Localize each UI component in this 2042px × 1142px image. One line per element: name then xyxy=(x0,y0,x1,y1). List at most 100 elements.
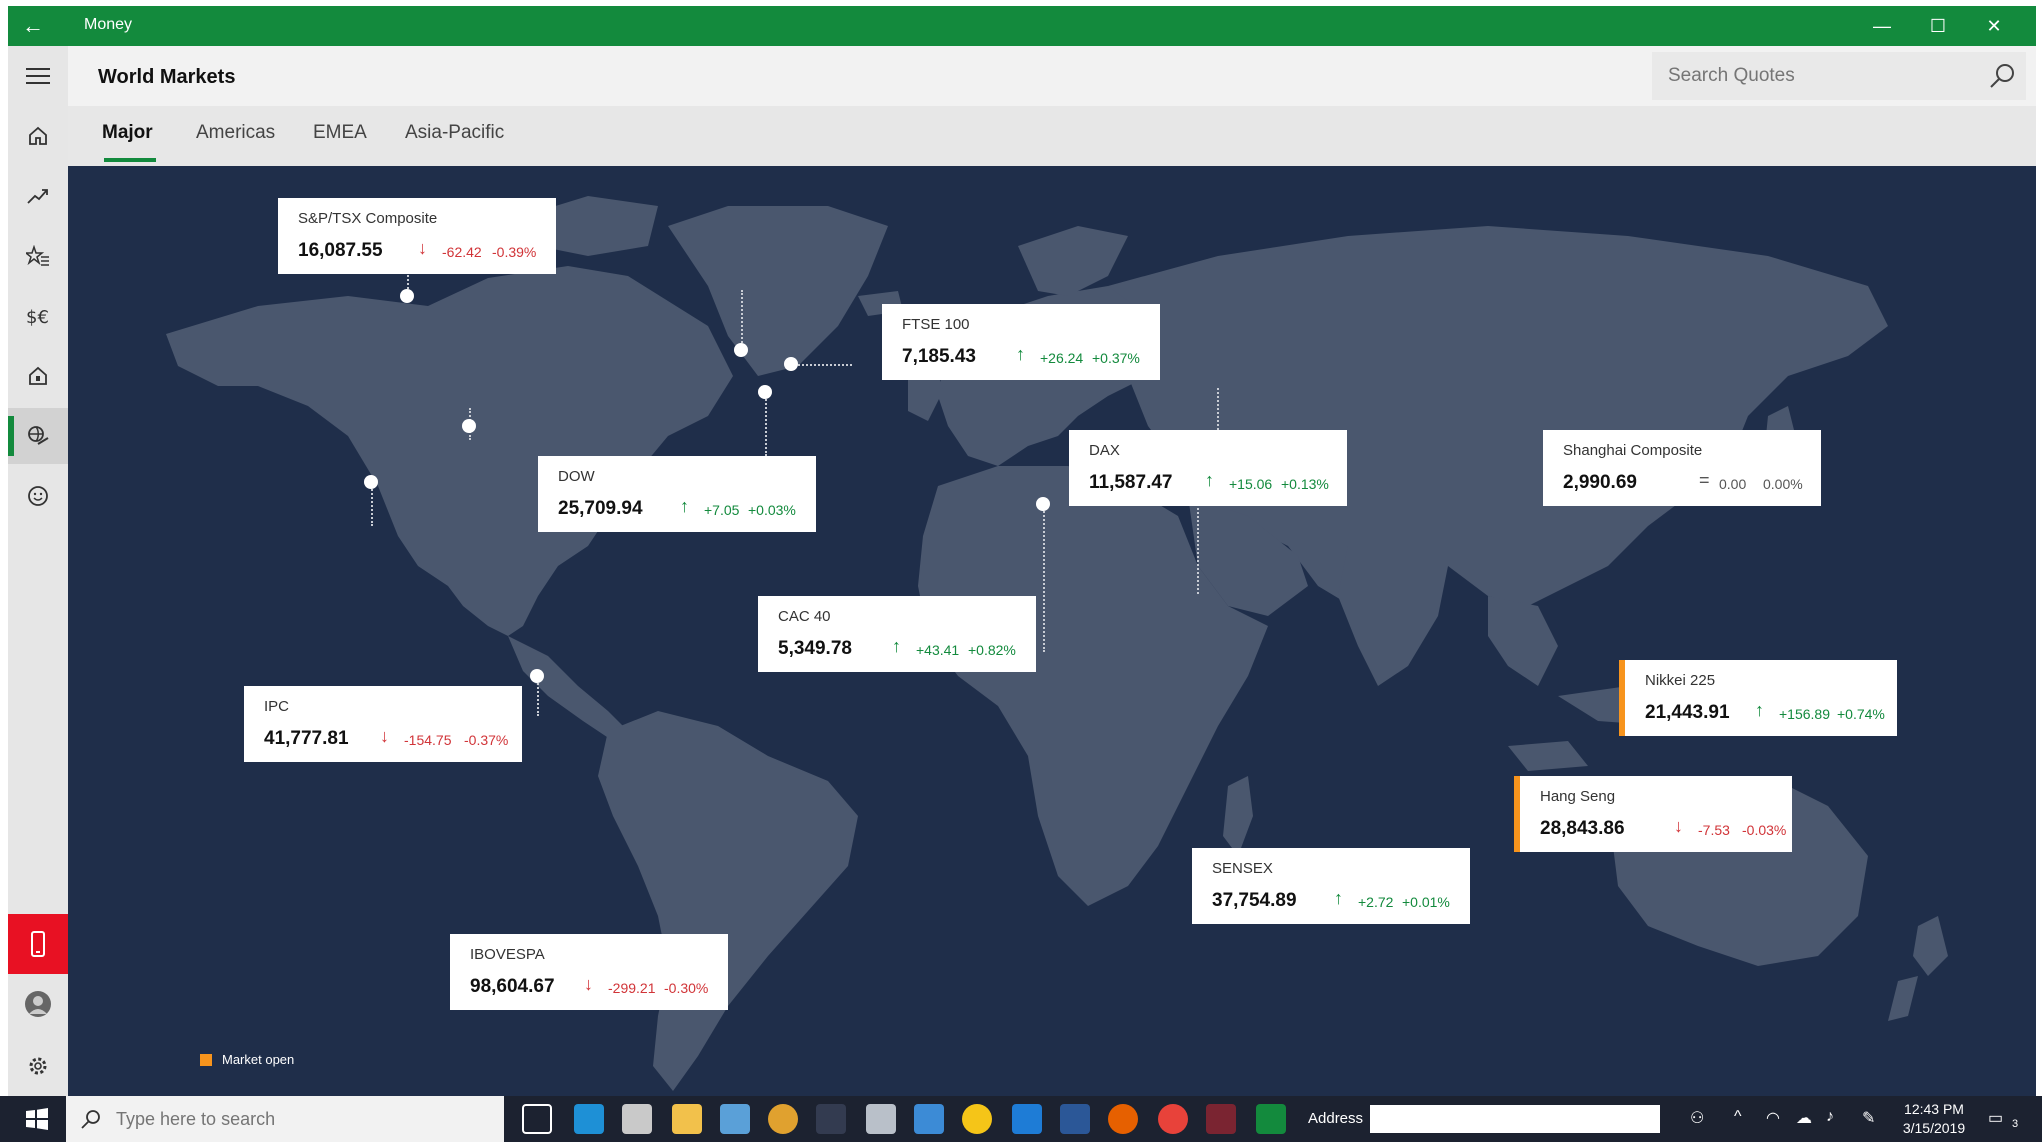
market-percent: +0.74% xyxy=(1837,706,1885,722)
paint-icon[interactable] xyxy=(622,1104,652,1134)
nav-markets[interactable] xyxy=(8,168,68,224)
nav-world-markets[interactable] xyxy=(8,408,68,464)
norton-icon[interactable] xyxy=(962,1104,992,1134)
task-view-icon[interactable] xyxy=(522,1104,552,1134)
taskbar-search-input[interactable] xyxy=(116,1096,496,1142)
people-icon[interactable]: ⚇ xyxy=(1690,1108,1704,1128)
market-location-sptsx[interactable] xyxy=(400,289,414,303)
search-icon xyxy=(81,1110,100,1129)
close-button[interactable]: ✕ xyxy=(1966,10,2022,42)
market-card-ftse[interactable]: FTSE 100 7,185.43 ↑ +26.24 +0.37% xyxy=(882,304,1160,380)
phone-icon xyxy=(31,931,45,957)
market-card-ipc[interactable]: IPC 41,777.81 ↓ -154.75 -0.37% xyxy=(244,686,522,762)
edge-icon[interactable] xyxy=(1012,1104,1042,1134)
arrow-down-icon: ↓ xyxy=(1674,816,1683,836)
system-clock[interactable]: 12:43 PM 3/15/2019 xyxy=(1894,1100,1974,1138)
taskbar-search[interactable] xyxy=(66,1096,504,1142)
clock-time: 12:43 PM xyxy=(1904,1101,1964,1117)
account-button[interactable] xyxy=(8,976,68,1032)
phone-button[interactable] xyxy=(8,914,68,974)
mortgage-icon xyxy=(29,366,47,385)
nav-feedback[interactable] xyxy=(8,468,68,524)
nav-mortgage[interactable] xyxy=(8,348,68,404)
account-icon xyxy=(25,991,51,1017)
app-icon-4[interactable] xyxy=(1206,1104,1236,1134)
market-name: DOW xyxy=(558,468,595,485)
market-change: -299.21 xyxy=(608,980,656,996)
world-markets-icon xyxy=(28,426,49,445)
arrow-down-icon: ↓ xyxy=(418,238,427,258)
market-card-cac[interactable]: CAC 40 5,349.78 ↑ +43.41 +0.82% xyxy=(758,596,1036,672)
market-location-dax[interactable] xyxy=(784,357,798,371)
market-location-ftse[interactable] xyxy=(734,343,748,357)
word-icon[interactable] xyxy=(1060,1104,1090,1134)
printer-icon[interactable] xyxy=(866,1104,896,1134)
app-icon-3[interactable] xyxy=(1158,1104,1188,1134)
pen-icon[interactable]: ✎ xyxy=(1862,1108,1875,1128)
market-location-ipc[interactable] xyxy=(364,475,378,489)
nav-home[interactable] xyxy=(8,108,68,164)
store-icon[interactable] xyxy=(816,1104,846,1134)
search-input[interactable] xyxy=(1652,52,1972,100)
market-card-dax[interactable]: DAX 11,587.47 ↑ +15.06 +0.13% xyxy=(1069,430,1347,506)
file-explorer-icon[interactable] xyxy=(672,1104,702,1134)
market-price: 21,443.91 xyxy=(1645,702,1730,723)
nav-watchlist[interactable] xyxy=(8,228,68,284)
arrow-down-icon: ↓ xyxy=(584,974,593,994)
tab-major[interactable]: Major xyxy=(102,122,153,144)
tab-americas[interactable]: Americas xyxy=(196,122,275,144)
address-input[interactable] xyxy=(1370,1105,1660,1133)
market-change: -154.75 xyxy=(404,732,452,748)
market-card-sensex[interactable]: SENSEX 37,754.89 ↑ +2.72 +0.01% xyxy=(1192,848,1470,924)
market-location-ibovespa[interactable] xyxy=(530,669,544,683)
notification-icon[interactable]: ▭ xyxy=(1988,1108,2003,1128)
internet-explorer-icon[interactable] xyxy=(574,1104,604,1134)
leader-line-ftse xyxy=(741,290,743,350)
maximize-button[interactable]: ☐ xyxy=(1910,10,1966,42)
nav-currencies[interactable]: $€ xyxy=(8,288,68,344)
market-change: +2.72 xyxy=(1358,894,1394,910)
tab-asia-pacific[interactable]: Asia-Pacific xyxy=(405,122,504,144)
market-name: SENSEX xyxy=(1212,860,1273,877)
tab-emea[interactable]: EMEA xyxy=(313,122,367,144)
market-location-dow[interactable] xyxy=(462,419,476,433)
market-card-ibovespa[interactable]: IBOVESPA 98,604.67 ↓ -299.21 -0.30% xyxy=(450,934,728,1010)
market-name: IPC xyxy=(264,698,290,715)
chrome-icon[interactable] xyxy=(768,1104,798,1134)
settings-button[interactable] xyxy=(8,1038,68,1094)
market-card-dow[interactable]: DOW 25,709.94 ↑ +7.05 +0.03% xyxy=(538,456,816,532)
market-card-shanghai[interactable]: Shanghai Composite 2,990.69 = 0.00 0.00% xyxy=(1543,430,1821,506)
market-location-sensex[interactable] xyxy=(1036,497,1050,511)
app-icon-2[interactable] xyxy=(914,1104,944,1134)
wifi-icon[interactable]: ◠ xyxy=(1766,1108,1780,1128)
market-card-sptsx[interactable]: S&P/TSX Composite 16,087.55 ↓ -62.42 -0.… xyxy=(278,198,556,274)
market-price: 7,185.43 xyxy=(902,346,976,367)
minimize-button[interactable]: — xyxy=(1854,10,1910,42)
menu-button[interactable] xyxy=(8,48,68,104)
market-location-cac[interactable] xyxy=(758,385,772,399)
back-arrow-icon[interactable]: ← xyxy=(22,12,44,40)
market-card-hangseng[interactable]: Hang Seng 28,843.86 ↓ -7.53 -0.03% xyxy=(1514,776,1792,852)
market-change: +15.06 xyxy=(1229,476,1273,492)
market-percent: +0.37% xyxy=(1092,350,1140,366)
market-percent: 0.00% xyxy=(1763,476,1803,492)
taskbar: Address ⚇ ^ ◠ ☁ ♪ ✎ 12:43 PM 3/15/2019 ▭… xyxy=(0,1096,2042,1142)
money-app-icon[interactable] xyxy=(1256,1104,1286,1134)
nav-rail: $€ xyxy=(8,46,68,1096)
trend-icon xyxy=(27,189,48,204)
start-button[interactable] xyxy=(8,1096,66,1142)
search-icon[interactable] xyxy=(1988,62,2016,90)
market-card-nikkei[interactable]: Nikkei 225 21,443.91 ↑ +156.89 +0.74% xyxy=(1619,660,1897,736)
market-price: 2,990.69 xyxy=(1563,472,1637,493)
chevron-up-icon[interactable]: ^ xyxy=(1734,1108,1742,1126)
arrow-up-icon: ↑ xyxy=(1755,700,1764,720)
market-name: IBOVESPA xyxy=(470,946,545,963)
search-box[interactable] xyxy=(1652,52,2026,100)
cloud-icon[interactable]: ☁ xyxy=(1796,1108,1812,1128)
menu-icon xyxy=(26,68,50,84)
volume-icon[interactable]: ♪ xyxy=(1826,1108,1834,1126)
firefox-icon[interactable] xyxy=(1108,1104,1138,1134)
app-icon[interactable] xyxy=(720,1104,750,1134)
legend-swatch xyxy=(200,1053,212,1066)
market-percent: +0.03% xyxy=(748,502,796,518)
